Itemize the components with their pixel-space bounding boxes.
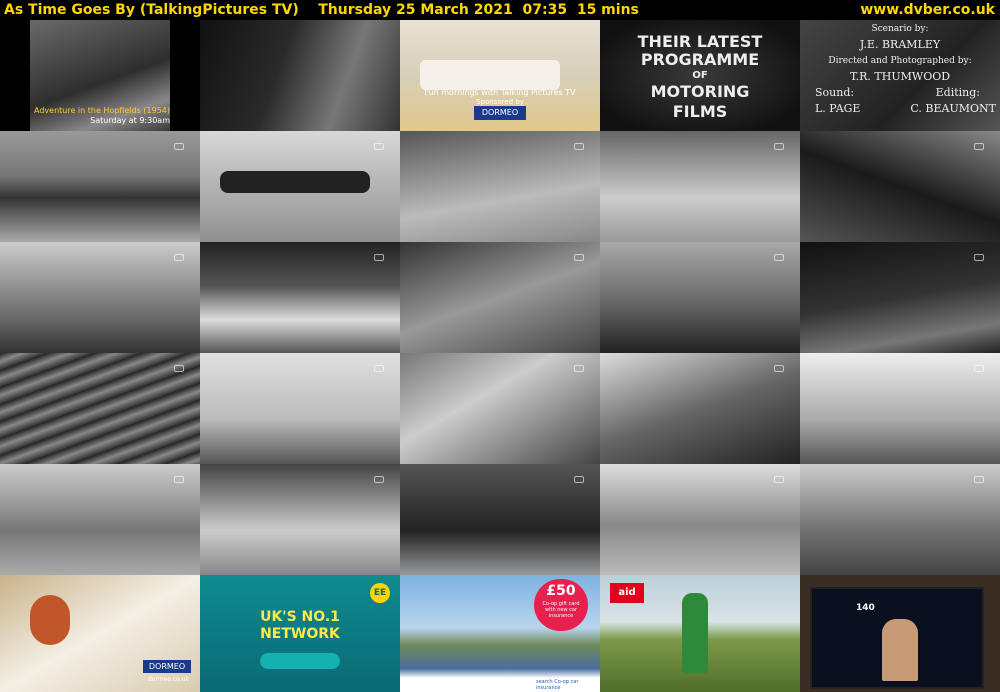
thumbnail-r2c3[interactable]: [400, 131, 600, 242]
site-link[interactable]: www.dvber.co.uk: [860, 0, 995, 20]
title-card-line-3: OF: [692, 70, 708, 81]
thumbnail-r2c1[interactable]: [0, 131, 200, 242]
credits-line-2: J.E. BRAMLEY: [859, 38, 941, 51]
thumbnail-r4c5[interactable]: [800, 353, 1000, 464]
thumbnail-r6c4[interactable]: aid: [600, 575, 800, 692]
credits-line-7: Editing:: [935, 86, 980, 99]
thumbnail-r6c2[interactable]: EE UK'S NO.1 NETWORK: [200, 575, 400, 692]
thumbnail-r4c2[interactable]: [200, 353, 400, 464]
credits-line-4: T.R. THUMWOOD: [849, 70, 951, 83]
programme-duration: 15 mins: [576, 2, 639, 18]
charity-aid-logo: aid: [610, 583, 644, 603]
programme-time: 07:35: [522, 2, 568, 18]
coop-offer-amount: £50: [546, 583, 576, 599]
thumbnail-r1c3[interactable]: Fun mornings with Talking Pictures TV Sp…: [400, 20, 600, 131]
thumbnail-r1c1[interactable]: Adventure in the Hopfields (1954) Saturd…: [0, 20, 200, 131]
thumbnail-r1c4[interactable]: THEIR LATEST PROGRAMME OF MOTORING FILMS: [600, 20, 800, 131]
thumbnail-r6c1[interactable]: DORMEO dormeo.co.uk: [0, 575, 200, 692]
thumbnail-r5c3[interactable]: [400, 464, 600, 575]
tile-caption-1: Adventure in the Hopfields (1954): [34, 106, 170, 115]
programme-info: As Time Goes By (TalkingPictures TV) Thu…: [4, 0, 639, 20]
programme-title: As Time Goes By (TalkingPictures TV): [4, 2, 299, 18]
dormeo-logo: DORMEO: [474, 106, 526, 120]
thumbnail-r4c4[interactable]: [600, 353, 800, 464]
thumbnail-r2c5[interactable]: [800, 131, 1000, 242]
thumbnail-r3c5[interactable]: [800, 242, 1000, 353]
credits-line-5: Sound:: [815, 86, 855, 99]
screen-readout: 140: [856, 603, 875, 613]
title-card-line-4: MOTORING: [650, 82, 750, 101]
title-card-line-2: PROGRAMME: [640, 50, 760, 69]
thumbnail-r3c2[interactable]: [200, 242, 400, 353]
title-card-line-1: THEIR LATEST: [637, 32, 763, 51]
ee-headline-1: UK'S NO.1: [260, 609, 340, 625]
thumbnail-r4c3[interactable]: [400, 353, 600, 464]
thumbnail-r1c2[interactable]: [200, 20, 400, 131]
credits-line-1: Scenario by:: [871, 24, 929, 34]
thumbnail-r3c4[interactable]: [600, 242, 800, 353]
thumbnail-grid: Adventure in the Hopfields (1954) Saturd…: [0, 20, 1000, 692]
ee-logo: EE: [370, 583, 390, 603]
title-card-line-5: FILMS: [672, 102, 728, 121]
dormeo-advert-logo: DORMEO: [143, 660, 191, 673]
thumbnail-r5c1[interactable]: [0, 464, 200, 575]
thumbnail-r5c5[interactable]: [800, 464, 1000, 575]
thumbnail-r2c2[interactable]: [200, 131, 400, 242]
thumbnail-r5c2[interactable]: [200, 464, 400, 575]
header-bar: As Time Goes By (TalkingPictures TV) Thu…: [0, 0, 1000, 20]
thumbnail-r3c3[interactable]: [400, 242, 600, 353]
sponsor-text: Fun mornings with Talking Pictures TV: [424, 88, 576, 97]
thumbnail-r1c5[interactable]: Scenario by: J.E. BRAMLEY Directed and P…: [800, 20, 1000, 131]
programme-date: Thursday 25 March 2021: [318, 2, 513, 18]
thumbnail-r3c1[interactable]: [0, 242, 200, 353]
credits-line-6: L. PAGE: [815, 102, 861, 115]
credits-line-8: C. BEAUMONT: [910, 102, 996, 115]
thumbnail-r2c4[interactable]: [600, 131, 800, 242]
ee-headline-2: NETWORK: [260, 626, 340, 642]
tile-caption-2: Saturday at 9:30am: [90, 116, 170, 125]
dormeo-advert-url: dormeo.co.uk: [148, 676, 189, 683]
coop-offer-line-3: insurance: [548, 613, 574, 619]
thumbnail-r4c1[interactable]: [0, 353, 200, 464]
sponsor-by: Sponsored by: [476, 98, 524, 106]
coop-search-text: search Co-op car insurance: [536, 679, 579, 691]
thumbnail-r6c3[interactable]: £50 Co-op gift card with new car insuran…: [400, 575, 600, 692]
thumbnail-r5c4[interactable]: [600, 464, 800, 575]
credits-line-3: Directed and Photographed by:: [828, 56, 972, 66]
thumbnail-r6c5[interactable]: 140: [800, 575, 1000, 692]
